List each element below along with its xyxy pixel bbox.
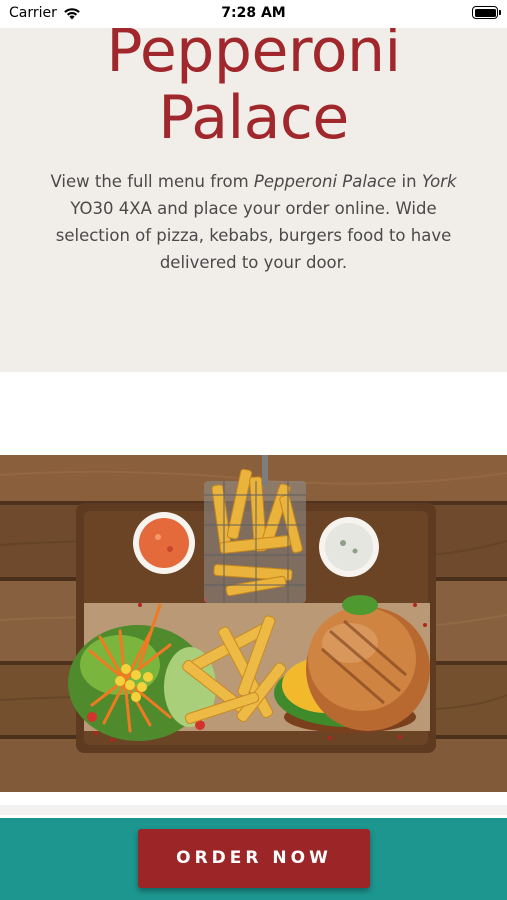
restaurant-title: Pepperoni Palace — [0, 18, 507, 152]
description-city: York — [421, 172, 457, 191]
section-divider — [0, 805, 507, 815]
description-restaurant-name: Pepperoni Palace — [253, 172, 397, 191]
status-time: 7:28 AM — [221, 5, 286, 21]
status-bar: Carrier 7:28 AM — [0, 0, 507, 28]
food-photo — [0, 455, 507, 792]
restaurant-title-line2: Palace — [158, 83, 349, 153]
restaurant-description: View the full menu from Pepperoni Palace… — [40, 168, 467, 276]
description-text-3: YO30 4XA and place your order online. Wi… — [55, 199, 452, 272]
order-bar: ORDER NOW — [0, 818, 507, 900]
description-text-1: View the full menu from — [50, 172, 254, 191]
battery-icon — [472, 6, 501, 19]
hero-section: Pepperoni Palace View the full menu from… — [0, 18, 507, 372]
description-text-2: in — [396, 172, 422, 191]
order-now-button[interactable]: ORDER NOW — [138, 829, 370, 888]
